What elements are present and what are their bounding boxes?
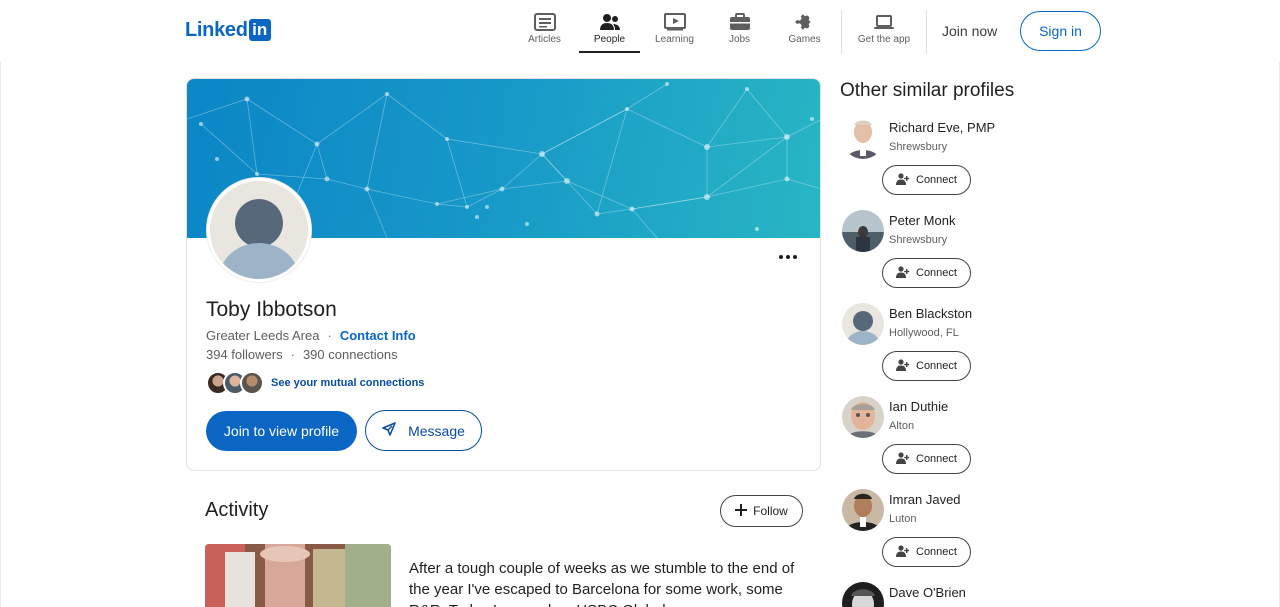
similar-profile[interactable]: Richard Eve, PMP Shrewsbury Connect [842,117,1142,207]
connect-label: Connect [916,546,957,558]
similar-profile-location: Hollywood, FL [889,327,959,339]
nav-people[interactable]: People [577,12,642,53]
add-person-icon [896,544,910,560]
main-nav: Articles People Learning Jobs Games Get … [512,10,931,54]
similar-profiles-heading: Other similar profiles [840,80,1015,101]
add-person-icon [896,265,910,281]
similar-profile-name[interactable]: Imran Javed [889,492,961,507]
similar-profile-name[interactable]: Ben Blackston [889,306,972,321]
mutual-avatar [240,371,264,395]
contact-info-link[interactable]: Contact Info [340,328,416,343]
profile-name: Toby Ibbotson [206,298,337,321]
followers-count: 394 followers [206,347,283,362]
add-person-icon [896,358,910,374]
connect-label: Connect [916,360,957,372]
profile-photo [842,303,884,345]
similar-profile-location: Luton [889,513,917,525]
similar-profile[interactable]: Imran Javed Luton Connect [842,489,1142,579]
people-icon [599,12,621,32]
join-now-link[interactable]: Join now [930,21,1009,41]
logo-wordmark: Linked [185,18,248,41]
briefcase-icon [729,12,751,32]
connections-count: 390 connections [302,347,398,362]
follow-label: Follow [753,504,788,518]
profile-photo [842,117,884,159]
similar-profile-location: Shrewsbury [889,141,948,153]
mutual-avatars [206,371,264,395]
separator-dot: · [327,328,332,343]
nav-games-label: Games [788,34,821,45]
message-button-label: Message [408,422,465,439]
join-to-view-profile-button[interactable]: Join to view profile [206,411,357,451]
connect-button[interactable]: Connect [882,258,971,288]
profile-stats: 394 followers · 390 connections [206,347,398,362]
post-thumbnail[interactable] [205,544,391,607]
profile-card: Toby Ibbotson Greater Leeds Area · Conta… [186,78,821,471]
nav-learning-label: Learning [655,34,694,45]
profile-location-row: Greater Leeds Area · Contact Info [206,328,416,343]
mutual-connections-link[interactable]: See your mutual connections [271,377,424,389]
nav-jobs[interactable]: Jobs [707,12,772,52]
logo-in-badge: in [248,19,271,41]
learning-icon [663,12,686,32]
laptop-icon [873,12,895,32]
sign-in-button[interactable]: Sign in [1020,11,1101,51]
puzzle-icon [794,12,816,32]
nav-divider [841,10,842,54]
add-person-icon [896,451,910,467]
more-options-button[interactable] [776,249,800,265]
nav-divider-2 [926,10,927,54]
similar-profile-name[interactable]: Peter Monk [889,213,955,228]
profile-photo [842,582,884,607]
profile-photo [842,489,884,531]
follow-button[interactable]: Follow [720,495,803,527]
similar-profile[interactable]: Dave O'Brien [842,582,1142,607]
nav-get-the-app[interactable]: Get the app [846,12,922,52]
connect-button[interactable]: Connect [882,537,971,567]
profile-photo [842,396,884,438]
profile-avatar [207,178,311,282]
nav-articles-label: Articles [528,34,561,45]
add-person-icon [896,172,910,188]
similar-profile[interactable]: Peter Monk Shrewsbury Connect [842,210,1142,300]
similar-profile-location: Shrewsbury [889,234,948,246]
top-navbar: Linked in Articles People Learning Jobs … [0,0,1280,62]
connect-label: Connect [916,174,957,186]
nav-jobs-label: Jobs [728,34,751,45]
message-button[interactable]: Message [365,410,482,451]
nav-get-the-app-label: Get the app [857,34,911,45]
connect-button[interactable]: Connect [882,351,971,381]
similar-profile[interactable]: Ben Blackston Hollywood, FL Connect [842,303,1142,393]
nav-people-label: People [593,34,626,45]
ellipsis-icon [779,255,783,259]
articles-icon [533,12,556,32]
nav-learning[interactable]: Learning [642,12,707,52]
linkedin-logo[interactable]: Linked in [185,19,271,41]
similar-profile-location: Alton [889,420,915,432]
connect-button[interactable]: Connect [882,444,971,474]
connect-label: Connect [916,453,957,465]
plus-icon [735,503,748,519]
nav-games[interactable]: Games [772,12,837,52]
activity-heading: Activity [205,499,269,521]
similar-profile-name[interactable]: Ian Duthie [889,399,948,414]
similar-profile-name[interactable]: Dave O'Brien [889,585,966,600]
connect-label: Connect [916,267,957,279]
nav-articles[interactable]: Articles [512,12,577,52]
separator-dot: · [290,347,295,362]
mutual-connections[interactable]: See your mutual connections [206,371,424,395]
send-icon [382,422,396,439]
similar-profile-name[interactable]: Richard Eve, PMP [889,120,995,135]
similar-profile[interactable]: Ian Duthie Alton Connect [842,396,1142,486]
profile-location: Greater Leeds Area [206,328,320,343]
post-text[interactable]: After a tough couple of weeks as we stum… [409,558,799,607]
connect-button[interactable]: Connect [882,165,971,195]
profile-photo [842,210,884,252]
